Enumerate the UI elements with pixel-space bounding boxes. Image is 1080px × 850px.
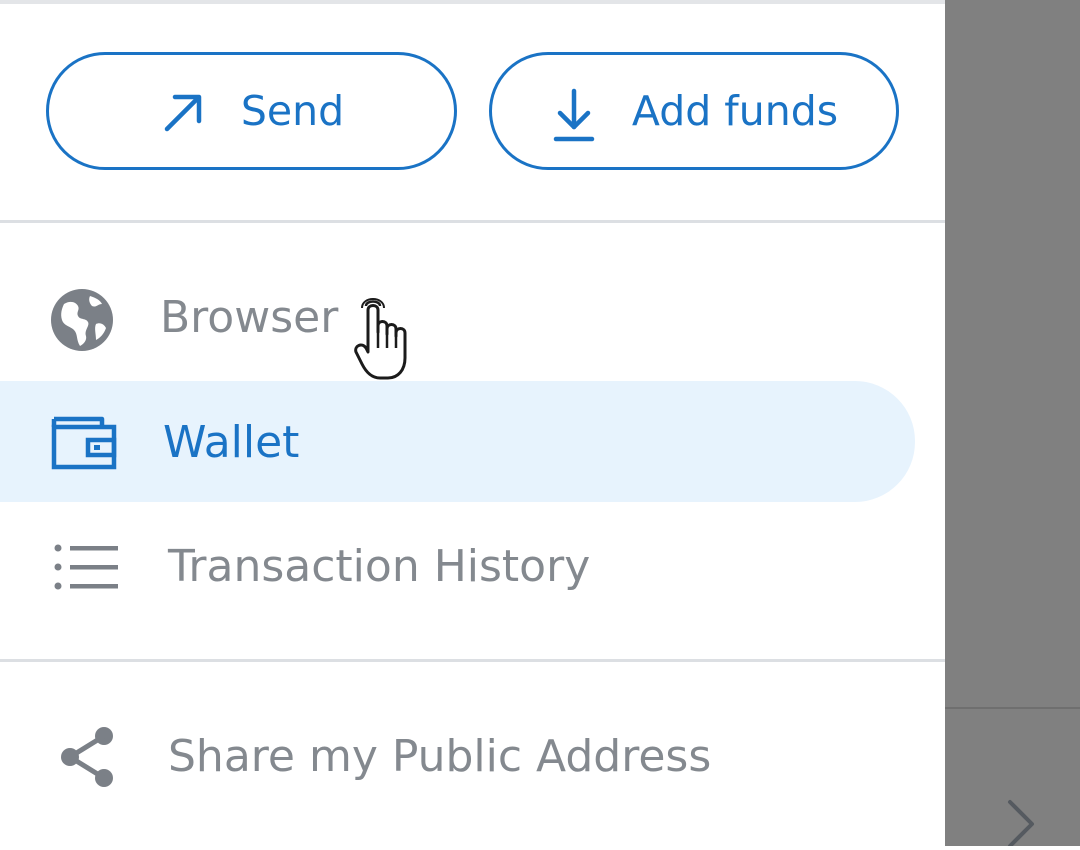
nav-item-label: Transaction History xyxy=(168,541,591,592)
globe-icon xyxy=(50,288,114,352)
navigation-drawer: Send Add funds Browser Wallet Transactio… xyxy=(0,0,945,846)
section-divider xyxy=(0,659,945,662)
wallet-icon xyxy=(50,413,118,471)
top-divider xyxy=(0,0,945,4)
chevron-right-icon xyxy=(1000,796,1040,848)
nav-item-transaction-history[interactable]: Transaction History xyxy=(0,508,945,626)
arrow-up-right-icon xyxy=(159,87,207,135)
share-public-address[interactable]: Share my Public Address xyxy=(0,698,945,816)
send-label: Send xyxy=(240,87,345,135)
nav-item-label: Share my Public Address xyxy=(168,731,712,782)
hand-pointer-cursor-icon xyxy=(352,298,416,386)
scrim-divider xyxy=(945,707,1080,709)
nav-item-browser[interactable]: Browser xyxy=(0,260,945,378)
nav-item-label: Browser xyxy=(160,292,339,343)
add-funds-button[interactable]: Add funds xyxy=(489,52,899,170)
send-button[interactable]: Send xyxy=(46,52,457,170)
share-icon xyxy=(58,726,118,788)
nav-item-wallet[interactable]: Wallet xyxy=(0,383,945,501)
section-divider xyxy=(0,220,945,223)
add-funds-label: Add funds xyxy=(631,87,839,135)
nav-item-label: Wallet xyxy=(163,417,300,468)
list-icon xyxy=(54,544,120,590)
drawer-scrim[interactable] xyxy=(945,0,1080,848)
download-icon xyxy=(550,87,598,142)
